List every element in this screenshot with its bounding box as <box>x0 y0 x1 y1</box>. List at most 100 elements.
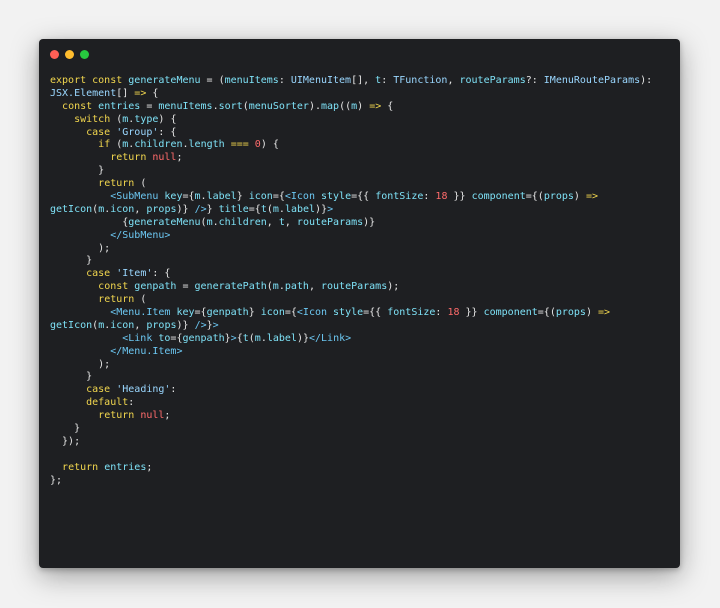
code-token: const <box>98 281 135 293</box>
code-token: = <box>140 100 159 112</box>
code-token: case <box>86 268 117 280</box>
code-token: , <box>308 281 321 293</box>
code-line: getIcon(m.icon, props)} />} title={t(m.l… <box>50 204 672 217</box>
code-token: key <box>164 191 183 203</box>
code-line: ); <box>50 359 672 372</box>
code-token: case <box>86 384 117 396</box>
code-token: JSX.Element <box>50 87 117 99</box>
code-token: <SubMenu <box>110 191 165 203</box>
code-token: ?: <box>525 75 544 86</box>
code-token: ={{ <box>363 307 388 319</box>
code-token: } <box>248 307 261 319</box>
code-token: </Menu.Item> <box>110 345 183 357</box>
code-token: /> <box>194 203 207 215</box>
code-token: ) <box>585 307 598 319</box>
code-token: )} <box>296 332 309 344</box>
code-token: getIcon <box>50 203 93 215</box>
close-dot-icon[interactable] <box>50 50 59 59</box>
code-token: ; <box>176 152 183 164</box>
code-token: [] <box>116 87 135 99</box>
code-token: <Icon <box>284 191 321 203</box>
code-token: => <box>134 87 147 99</box>
code-token: label <box>206 191 237 203</box>
code-token: return <box>98 294 135 306</box>
code-token: 'Heading' <box>116 384 171 396</box>
code-token: UIMenuItem <box>290 75 352 86</box>
code-token: : { <box>152 268 171 280</box>
code-line: return ( <box>50 178 672 191</box>
code-line: getIcon(m.icon, props)} />}> <box>50 320 672 333</box>
code-token: ); <box>387 281 400 293</box>
code-token: ) <box>357 100 370 112</box>
code-token: genpath <box>182 332 225 344</box>
code-line: return null; <box>50 152 672 165</box>
code-line: case 'Group': { <box>50 127 672 140</box>
code-token: ={( <box>537 307 556 319</box>
code-token: </SubMenu> <box>110 229 171 241</box>
code-token: type <box>134 113 159 125</box>
code-token: } <box>50 423 81 435</box>
code-token: label <box>284 203 316 215</box>
code-token: path <box>284 281 309 293</box>
code-token: > <box>327 203 334 215</box>
code-token: component <box>471 191 526 203</box>
code-token: ={{ <box>351 191 376 203</box>
code-token: null <box>152 152 177 164</box>
code-token: ={ <box>284 307 297 319</box>
code-token: ( <box>110 113 123 125</box>
code-token: 18 <box>435 191 448 203</box>
code-token: } <box>50 165 105 177</box>
code-token: menuItems <box>224 75 279 86</box>
code-token: , <box>134 203 147 215</box>
code-token: default <box>86 397 129 409</box>
code-token: : <box>423 191 436 203</box>
code-token: = ( <box>200 75 225 86</box>
code-token: title <box>218 203 249 215</box>
code-token: }); <box>50 435 81 447</box>
code-token: (( <box>339 100 352 112</box>
code-token: ) <box>573 191 586 203</box>
code-line: return entries; <box>50 462 672 475</box>
code-line: if (m.children.length === 0) { <box>50 139 672 152</box>
code-token: => <box>598 307 611 319</box>
code-token: switch <box>74 113 111 125</box>
code-token: 'Group' <box>116 126 159 138</box>
minimize-dot-icon[interactable] <box>65 50 74 59</box>
code-block: export const generateMenu = (menuItems: … <box>50 75 672 488</box>
code-token: )} <box>363 216 376 228</box>
code-token: => <box>585 191 599 203</box>
code-token: IMenuRouteParams <box>543 75 641 86</box>
code-token: ={ <box>272 191 285 203</box>
code-token: fontSize <box>387 307 436 319</box>
code-token: : <box>435 307 448 319</box>
code-window: export const generateMenu = (menuItems: … <box>39 39 680 568</box>
code-line: <Link to={genpath}>{t(m.label)}</Link> <box>50 333 672 346</box>
code-line: return null; <box>50 410 672 423</box>
code-token: 'Item' <box>116 268 153 280</box>
code-token: fontSize <box>375 191 424 203</box>
code-token: style <box>321 191 352 203</box>
code-token: , <box>134 319 147 331</box>
code-line: } <box>50 423 672 436</box>
code-token: sort <box>218 100 243 112</box>
code-line: </SubMenu> <box>50 230 672 243</box>
code-token: </Link> <box>309 332 352 344</box>
maximize-dot-icon[interactable] <box>80 50 89 59</box>
code-token: menuSorter <box>248 100 309 112</box>
code-line: {generateMenu(m.children, t, routeParams… <box>50 217 672 230</box>
code-token: ={ <box>182 191 195 203</box>
code-line: <SubMenu key={m.label} icon={<Icon style… <box>50 191 672 204</box>
code-token: icon <box>110 319 135 331</box>
code-line: case 'Heading': <box>50 384 672 397</box>
code-token: ={ <box>170 332 183 344</box>
code-token: === <box>230 139 249 151</box>
